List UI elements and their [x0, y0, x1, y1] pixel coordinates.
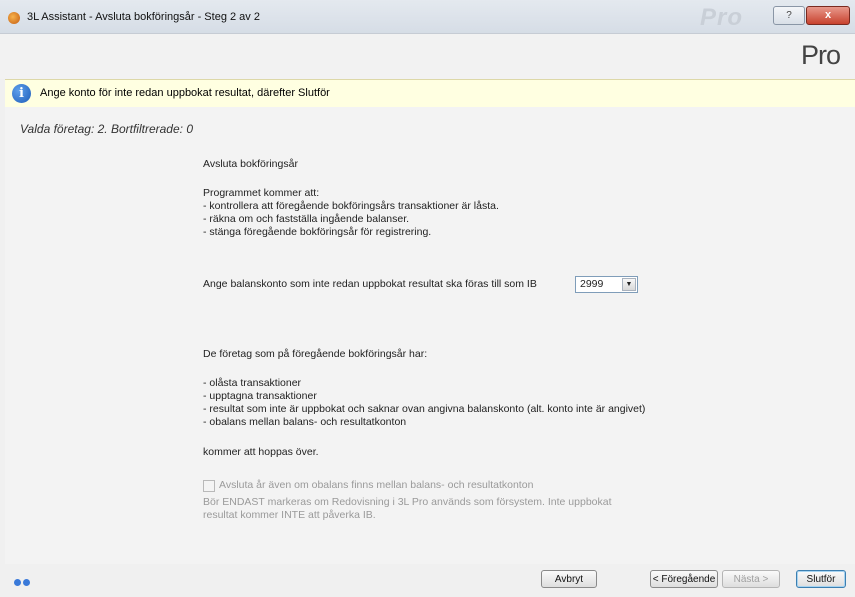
skip-intro: De företag som på föregående bokföringså…: [203, 348, 428, 360]
info-bar: i Ange konto för inte redan uppbokat res…: [5, 79, 855, 108]
force-close-checkbox[interactable]: [203, 480, 215, 492]
account-value: 2999: [580, 278, 604, 290]
account-label: Ange balanskonto som inte redan uppbokat…: [203, 278, 537, 290]
step-item: - stänga föregående bokföringsår för reg…: [203, 226, 432, 238]
selection-summary: Valda företag: 2. Bortfiltrerade: 0: [20, 122, 193, 136]
title-watermark: Pro: [700, 4, 744, 31]
cancel-button[interactable]: Avbryt: [541, 570, 597, 588]
skip-item: - obalans mellan balans- och resultatkon…: [203, 416, 407, 428]
step-item: - räkna om och fastställa ingående balan…: [203, 213, 410, 225]
checkbox-note: resultat kommer INTE att påverka IB.: [203, 509, 376, 521]
intro-text: Programmet kommer att:: [203, 187, 320, 199]
finish-button[interactable]: Slutför: [796, 570, 846, 588]
checkbox-label: Avsluta år även om obalans finns mellan …: [219, 479, 534, 491]
app-icon: [8, 12, 20, 24]
info-message: Ange konto för inte redan uppbokat resul…: [40, 87, 330, 99]
chevron-down-icon[interactable]: ▼: [622, 278, 636, 291]
header-area: [0, 34, 855, 79]
section-heading: Avsluta bokföringsår: [203, 158, 298, 170]
next-button[interactable]: Nästa >: [722, 570, 780, 588]
progress-dots-icon: [14, 577, 32, 589]
info-icon: i: [12, 84, 31, 103]
pro-logo: Pro: [801, 40, 849, 70]
window-title: 3L Assistant - Avsluta bokföringsår - St…: [27, 11, 260, 23]
title-bar: 3L Assistant - Avsluta bokföringsår - St…: [0, 0, 855, 34]
step-item: - kontrollera att föregående bokföringså…: [203, 200, 499, 212]
account-combobox[interactable]: 2999 ▼: [575, 276, 638, 293]
previous-button[interactable]: < Föregående: [650, 570, 718, 588]
skip-item: - upptagna transaktioner: [203, 390, 317, 402]
skip-item: - resultat som inte är uppbokat och sakn…: [203, 403, 646, 415]
logo-text: Pro: [801, 40, 841, 70]
checkbox-note: Bör ENDAST markeras om Redovisning i 3L …: [203, 496, 612, 508]
close-button[interactable]: x: [806, 6, 850, 25]
help-button[interactable]: ?: [773, 6, 805, 25]
skip-outro: kommer att hoppas över.: [203, 446, 319, 458]
skip-item: - olåsta transaktioner: [203, 377, 302, 389]
